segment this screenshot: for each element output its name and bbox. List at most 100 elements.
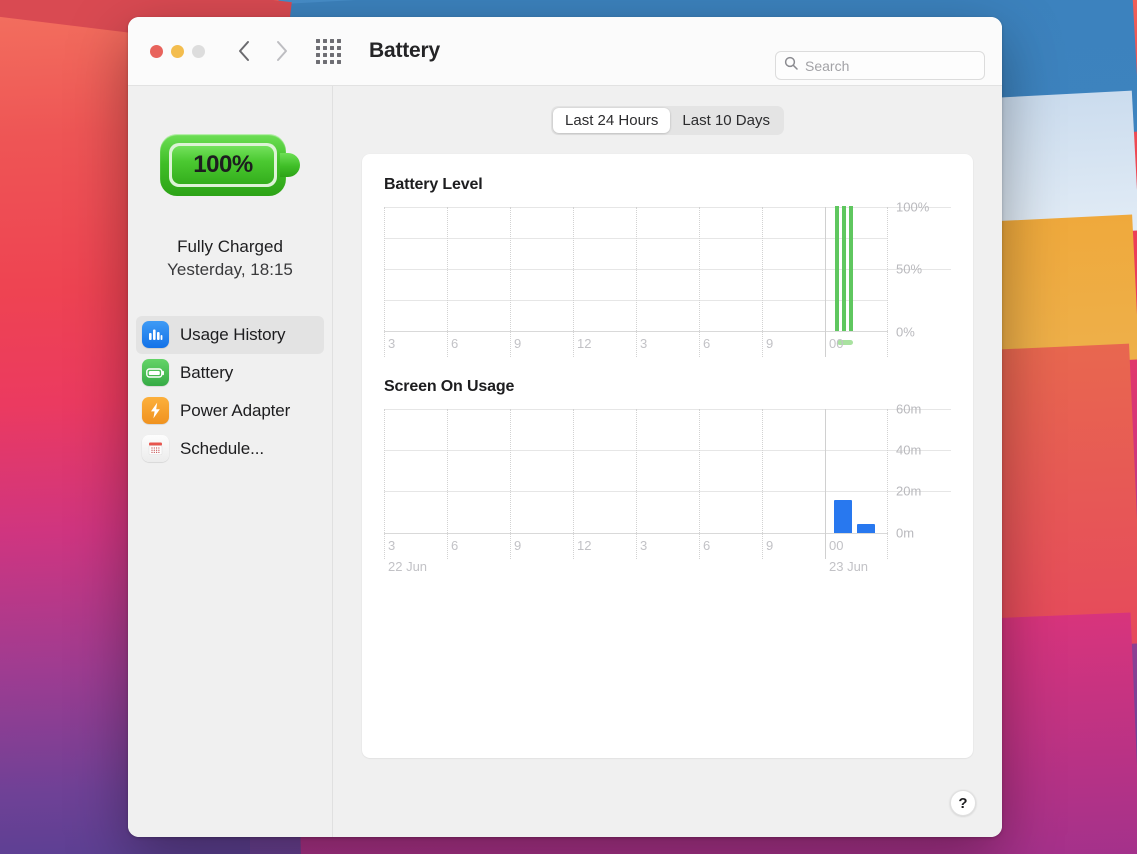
sidebar-item-label: Schedule... bbox=[180, 439, 264, 459]
x-axis-tick-label: 6 bbox=[451, 336, 458, 351]
navigation-buttons bbox=[238, 40, 288, 62]
x-axis-tick-label: 3 bbox=[640, 538, 647, 553]
battery-level-bar bbox=[849, 206, 853, 331]
battery-icon bbox=[142, 359, 169, 386]
search-field[interactable] bbox=[775, 51, 985, 80]
battery-preferences-window: Battery 100% bbox=[128, 17, 1002, 837]
screen-on-usage-chart-block: Screen On Usage bbox=[362, 378, 973, 534]
gridline-vertical bbox=[384, 207, 385, 357]
battery-status-graphic: 100% bbox=[160, 134, 300, 196]
battery-level-chart: 100% 50% 0% 3 6 9 12 3 6 9 00 bbox=[384, 207, 951, 332]
battery-percent-label: 100% bbox=[193, 151, 252, 179]
gridline bbox=[384, 450, 951, 451]
gridline-vertical bbox=[762, 207, 763, 357]
sidebar-item-label: Usage History bbox=[180, 325, 285, 345]
battery-terminal-nub bbox=[280, 153, 300, 177]
gridline-vertical bbox=[699, 409, 700, 559]
close-button[interactable] bbox=[150, 45, 163, 58]
x-axis-tick-label: 9 bbox=[514, 336, 521, 351]
screen-on-usage-chart-title: Screen On Usage bbox=[384, 378, 951, 396]
gridline-vertical bbox=[447, 207, 448, 357]
zoom-button[interactable] bbox=[192, 45, 205, 58]
content-area: Last 24 Hours Last 10 Days Battery Level bbox=[333, 86, 1002, 837]
y-axis-tick-label: 60m bbox=[896, 402, 921, 417]
gridline bbox=[384, 207, 951, 208]
help-button[interactable]: ? bbox=[950, 790, 976, 816]
y-axis-tick-label: 40m bbox=[896, 443, 921, 458]
sidebar-item-usage-history[interactable]: Usage History bbox=[136, 316, 324, 354]
x-axis-tick-label: 9 bbox=[514, 538, 521, 553]
calendar-icon bbox=[142, 435, 169, 462]
gridline-day-boundary bbox=[825, 207, 826, 357]
lightning-bolt-icon bbox=[142, 397, 169, 424]
gridline-day-boundary bbox=[825, 409, 826, 559]
x-axis-tick-label: 00 bbox=[829, 336, 843, 351]
search-input[interactable] bbox=[805, 58, 976, 74]
x-axis-tick-label: 3 bbox=[388, 538, 395, 553]
sidebar-item-schedule[interactable]: Schedule... bbox=[136, 430, 324, 468]
x-axis-tick-label: 9 bbox=[766, 538, 773, 553]
window-body: 100% Fully Charged Yesterday, 18:15 bbox=[128, 86, 1002, 837]
bar-chart-icon bbox=[142, 321, 169, 348]
screen-on-usage-bar bbox=[857, 524, 875, 533]
screen-on-usage-chart: 60m 40m 20m 0m 3 6 9 12 3 6 9 00 bbox=[384, 409, 951, 534]
x-axis-tick-label: 6 bbox=[703, 336, 710, 351]
sidebar: 100% Fully Charged Yesterday, 18:15 bbox=[128, 86, 333, 837]
window-titlebar: Battery bbox=[128, 17, 1002, 86]
tab-last-24-hours[interactable]: Last 24 Hours bbox=[553, 108, 670, 133]
forward-chevron-icon[interactable] bbox=[275, 40, 288, 62]
gridline-vertical bbox=[762, 409, 763, 559]
x-axis-tick-label: 6 bbox=[703, 538, 710, 553]
minimize-button[interactable] bbox=[171, 45, 184, 58]
battery-level-chart-title: Battery Level bbox=[384, 176, 951, 194]
gridline bbox=[384, 491, 951, 492]
time-range-segmented-control[interactable]: Last 24 Hours Last 10 Days bbox=[551, 106, 784, 135]
charge-status-secondary: Yesterday, 18:15 bbox=[167, 259, 293, 282]
gridline-vertical bbox=[573, 409, 574, 559]
charge-status-primary: Fully Charged bbox=[167, 236, 293, 259]
battery-level-plot bbox=[384, 207, 888, 332]
gridline-vertical bbox=[887, 207, 888, 357]
charts-card: Battery Level bbox=[362, 154, 973, 758]
sidebar-item-power-adapter[interactable]: Power Adapter bbox=[136, 392, 324, 430]
x-axis-tick-label: 9 bbox=[766, 336, 773, 351]
y-axis-tick-label: 0m bbox=[896, 526, 914, 541]
x-axis-date-label: 23 Jun bbox=[829, 559, 868, 574]
sidebar-item-battery[interactable]: Battery bbox=[136, 354, 324, 392]
gridline bbox=[384, 269, 951, 270]
gridline-vertical bbox=[636, 409, 637, 559]
search-icon bbox=[784, 56, 798, 75]
show-all-preferences-grid-icon[interactable] bbox=[316, 39, 341, 64]
gridline-vertical bbox=[636, 207, 637, 357]
gridline-vertical bbox=[699, 207, 700, 357]
sidebar-nav-list: Usage History Battery bbox=[128, 316, 332, 468]
back-chevron-icon[interactable] bbox=[238, 40, 251, 62]
sidebar-item-label: Power Adapter bbox=[180, 401, 290, 421]
y-axis-tick-label: 50% bbox=[896, 262, 922, 277]
screen-on-usage-bar bbox=[834, 500, 852, 533]
window-controls bbox=[128, 45, 205, 58]
battery-level-bar bbox=[842, 206, 846, 331]
x-axis-tick-label: 12 bbox=[577, 538, 591, 553]
battery-level-chart-block: Battery Level bbox=[362, 176, 973, 332]
gridline-vertical bbox=[447, 409, 448, 559]
screen-on-usage-plot bbox=[384, 409, 888, 534]
tab-last-10-days[interactable]: Last 10 Days bbox=[670, 108, 782, 133]
gridline-vertical bbox=[887, 409, 888, 559]
y-axis-tick-label: 100% bbox=[896, 200, 929, 215]
x-axis-tick-label: 00 bbox=[829, 538, 843, 553]
gridline-vertical bbox=[384, 409, 385, 559]
gridline-vertical bbox=[510, 409, 511, 559]
charge-status: Fully Charged Yesterday, 18:15 bbox=[167, 236, 293, 282]
x-axis-date-label: 22 Jun bbox=[388, 559, 427, 574]
page-title: Battery bbox=[369, 39, 440, 63]
gridline-vertical bbox=[510, 207, 511, 357]
gridline bbox=[384, 409, 951, 410]
x-axis-tick-label: 6 bbox=[451, 538, 458, 553]
x-axis-tick-label: 3 bbox=[388, 336, 395, 351]
x-axis-tick-label: 12 bbox=[577, 336, 591, 351]
y-axis-tick-label: 20m bbox=[896, 484, 921, 499]
gridline-vertical bbox=[573, 207, 574, 357]
y-axis-tick-label: 0% bbox=[896, 325, 915, 340]
desktop-wallpaper: Battery 100% bbox=[0, 0, 1137, 854]
